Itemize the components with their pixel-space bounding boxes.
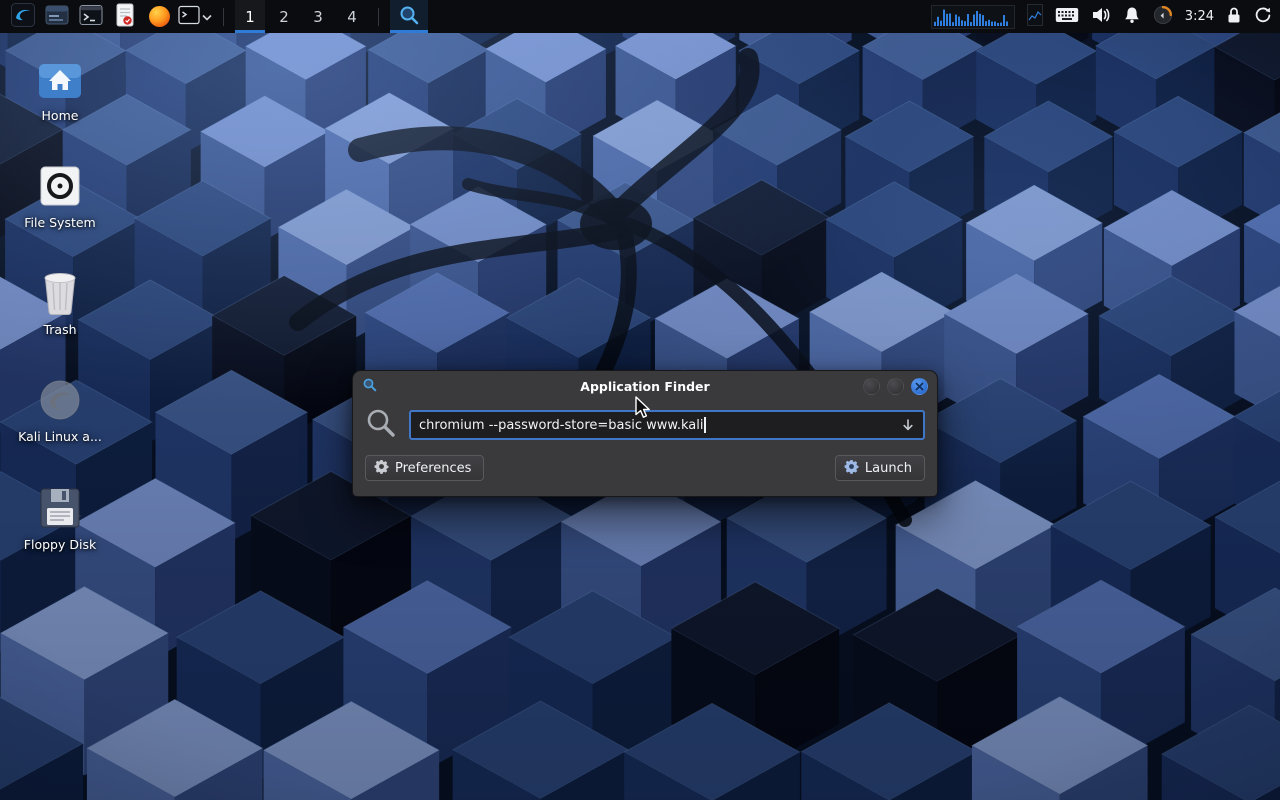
desktop-icon-label: Home [12,108,108,123]
document-red-badge-icon [115,3,135,30]
top-panel: 1 2 3 4 [0,0,1280,33]
keyboard-layout-indicator[interactable] [1055,3,1079,31]
desktop-icon-label: Trash [12,322,108,337]
window-buttons [863,378,928,395]
system-monitor-widget[interactable] [1027,3,1043,31]
desktop-icon-label: File System [12,215,108,230]
desktop-icon-home[interactable]: Home [12,55,108,123]
graph-icon [1027,4,1043,29]
tray-status-button[interactable] [1153,3,1173,31]
titlebar[interactable]: Application Finder [353,371,937,401]
launch-gear-icon [844,459,859,478]
preferences-button[interactable]: Preferences [365,455,484,481]
kali-disc-icon [36,376,84,424]
workspace-label: 3 [313,8,323,26]
maximize-button[interactable] [887,378,904,395]
firefox-launcher[interactable] [144,2,174,31]
trash-can-icon [36,269,84,317]
drive-icon [36,162,84,210]
desktop-icon-trash[interactable]: Trash [12,269,108,337]
notifications-button[interactable] [1123,3,1141,31]
command-input-value: chromium --password-store=basic www.kali [419,418,703,433]
close-button[interactable] [911,378,928,395]
file-manager-launcher[interactable] [42,2,72,31]
workspace-1[interactable]: 1 [235,0,265,33]
firefox-icon [149,6,170,27]
launch-button[interactable]: Launch [835,455,925,481]
search-icon [365,407,397,443]
application-finder-window-icon [362,377,377,396]
close-icon [915,379,924,394]
application-finder-window: Application Finder chromium --password-s… [352,370,938,497]
taskbar-application-finder-button[interactable] [390,0,428,33]
bell-icon [1123,6,1141,27]
finder-body: chromium --password-store=basic www.kali [353,401,937,493]
magnifier-icon [398,4,420,29]
keyboard-icon [1055,7,1079,26]
workspace-3[interactable]: 3 [303,0,333,33]
panel-right-cluster: 3:24 [931,0,1272,33]
padlock-icon [1226,6,1242,27]
dark-window-icon [45,4,69,29]
minimize-button[interactable] [863,378,880,395]
speaker-icon [1091,6,1111,27]
home-folder-icon [36,55,84,103]
terminal-window-icon [79,4,103,29]
workspace-label: 4 [347,8,357,26]
command-input[interactable]: chromium --password-store=basic www.kali [409,410,925,440]
logout-button[interactable] [1254,3,1272,31]
gear-icon [374,459,389,478]
logout-arrow-icon [1254,6,1272,27]
desktop-icon-kali-linux[interactable]: Kali Linux a... [12,376,108,444]
launch-button-label: Launch [865,461,912,476]
orange-ring-icon [1153,5,1173,28]
dropdown-arrow-icon[interactable] [893,418,915,432]
desktop-icon-floppy-disk[interactable]: Floppy Disk [12,484,108,552]
desktop-icon-file-system[interactable]: File System [12,162,108,230]
clock[interactable]: 3:24 [1185,9,1214,24]
text-caret [704,417,706,433]
workspace-4[interactable]: 4 [337,0,367,33]
terminal-emulator-launcher[interactable] [76,2,106,31]
panel-separator [378,8,379,26]
panel-left-cluster: 1 2 3 4 [8,0,428,33]
text-editor-launcher[interactable] [110,2,140,31]
preferences-button-label: Preferences [395,461,471,476]
kali-dragon-icon [11,3,35,30]
terminal-prompt-icon [178,5,200,28]
terminal-dropdown-launcher[interactable] [178,2,212,31]
spectrum-bars-icon [934,7,1012,27]
desktop-icon-label: Kali Linux a... [12,429,108,444]
lock-screen-button[interactable] [1226,3,1242,31]
window-title: Application Finder [353,379,937,394]
floppy-disk-icon [36,484,84,532]
workspace-label: 2 [279,8,289,26]
chevron-down-icon [202,9,212,24]
audio-spectrum-widget[interactable] [931,5,1015,29]
volume-button[interactable] [1091,3,1111,31]
desktop-icon-label: Floppy Disk [12,537,108,552]
panel-separator [223,8,224,26]
workspace-2[interactable]: 2 [269,0,299,33]
applications-menu-button[interactable] [8,2,38,31]
workspace-label: 1 [245,8,255,26]
